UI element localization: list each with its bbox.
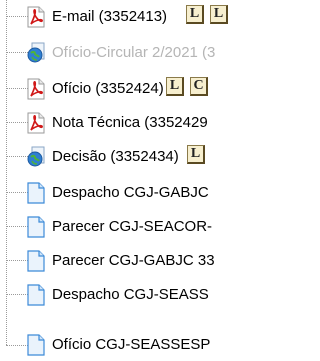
tree-item-parecer-seacor[interactable]: Parecer CGJ-SEACOR- <box>0 210 320 246</box>
document-icon <box>27 334 45 356</box>
pdf-icon <box>27 6 45 28</box>
link-button[interactable]: C <box>190 77 208 96</box>
tree-branch-line <box>6 345 28 346</box>
tree-item-label[interactable]: Parecer CGJ-GABJC 33 <box>52 251 215 271</box>
tree-item-label[interactable]: E-mail (3352413) <box>52 7 167 27</box>
tree-item-label[interactable]: Despacho CGJ-GABJC <box>52 183 209 203</box>
tree-item-label[interactable]: Decisão (3352434) <box>52 147 179 167</box>
tree-item-nota-tecnica[interactable]: Nota Técnica (3352429 <box>0 106 320 142</box>
link-button[interactable]: L <box>166 77 184 96</box>
tree-item-oficio[interactable]: Ofício (3352424) L C <box>0 72 320 108</box>
document-tree: E-mail (3352413) L L Ofício-Circular 2/2… <box>0 0 320 361</box>
tree-branch-line <box>6 260 28 261</box>
tree-item-decisao[interactable]: Decisão (3352434) L <box>0 140 320 176</box>
tree-item-email[interactable]: E-mail (3352413) L L <box>0 0 320 36</box>
pdf-icon <box>27 78 45 100</box>
tree-branch-line <box>6 16 28 17</box>
tree-branch-line <box>6 294 28 295</box>
tree-branch-line <box>6 192 28 193</box>
globe-document-icon <box>27 146 45 167</box>
document-icon <box>27 216 45 238</box>
document-icon <box>27 250 45 272</box>
document-icon <box>27 284 45 306</box>
tree-branch-line <box>6 88 28 89</box>
tree-item-oficio-circular[interactable]: Ofício-Circular 2/2021 (3 <box>0 36 320 72</box>
link-button[interactable]: L <box>186 5 204 24</box>
globe-document-icon <box>27 42 45 63</box>
tree-branch-line <box>6 122 28 123</box>
tree-item-parecer-gabjc[interactable]: Parecer CGJ-GABJC 33 <box>0 244 320 280</box>
link-button[interactable]: L <box>210 5 228 24</box>
document-icon <box>27 182 45 204</box>
tree-item-despacho-seass[interactable]: Despacho CGJ-SEASS <box>0 278 320 314</box>
tree-item-label[interactable]: Ofício-Circular 2/2021 (3 <box>52 43 215 63</box>
tree-item-oficio-seassesp[interactable]: Ofício CGJ-SEASSESP <box>0 312 320 356</box>
tree-item-label[interactable]: Parecer CGJ-SEACOR- <box>52 217 212 237</box>
tree-item-label[interactable]: Nota Técnica (3352429 <box>52 113 208 133</box>
tree-item-label[interactable]: Ofício CGJ-SEASSESP <box>52 335 210 355</box>
tree-branch-line <box>6 226 28 227</box>
tree-branch-line <box>6 52 28 53</box>
tree-item-label[interactable]: Despacho CGJ-SEASS <box>52 285 209 305</box>
link-button[interactable]: L <box>187 145 205 164</box>
pdf-icon <box>27 112 45 134</box>
tree-item-despacho-gabjc[interactable]: Despacho CGJ-GABJC <box>0 176 320 212</box>
tree-item-label[interactable]: Ofício (3352424) <box>52 79 164 99</box>
tree-branch-line <box>6 156 28 157</box>
